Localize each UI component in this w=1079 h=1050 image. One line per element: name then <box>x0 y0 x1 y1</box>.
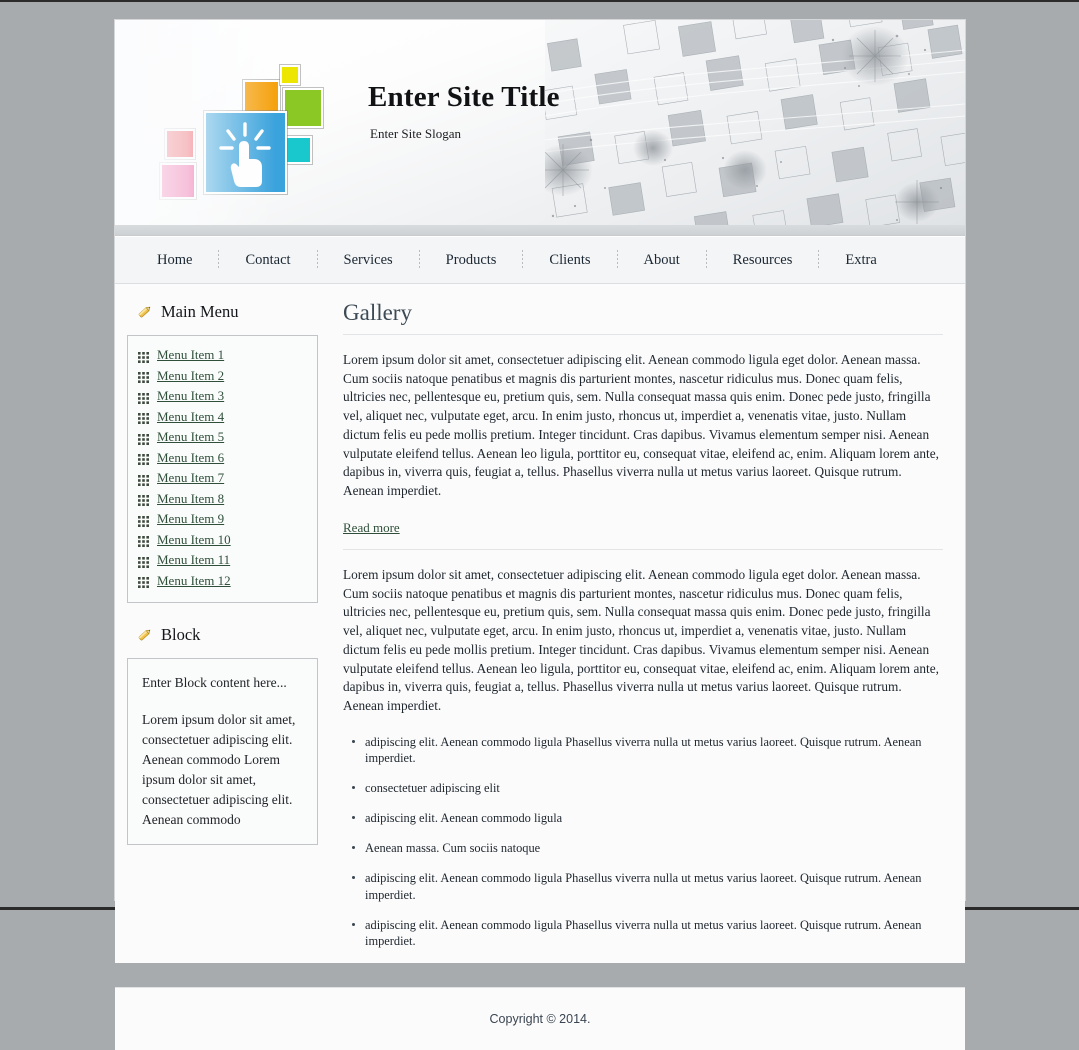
page-top-rule <box>0 0 1079 2</box>
sidebar-block-title: Block <box>161 625 201 644</box>
site-footer: Copyright © 2014. <box>115 986 965 1050</box>
list-item: adipiscing elit. Aenean commodo ligula P… <box>352 734 943 766</box>
list-item[interactable]: Menu Item 9 <box>138 509 311 530</box>
list-item[interactable]: Menu Item 10 <box>138 530 311 551</box>
list-item[interactable]: Menu Item 11 <box>138 550 311 571</box>
list-item[interactable]: Menu Item 3 <box>138 386 311 407</box>
list-item[interactable]: Menu Item 12 <box>138 571 311 592</box>
list-item: adipiscing elit. Aenean commodo ligula <box>352 810 943 826</box>
heading-divider <box>343 334 943 335</box>
nav-item-clients[interactable]: Clients <box>523 252 616 269</box>
sidebar-menu-link[interactable]: Menu Item 10 <box>157 532 231 548</box>
sidebar-menu-link[interactable]: Menu Item 6 <box>157 450 224 466</box>
nav-item-resources[interactable]: Resources <box>707 252 819 269</box>
content-area: Main Menu Menu Item 1 Menu Item 2 Menu I… <box>115 284 965 963</box>
list-item[interactable]: Menu Item 4 <box>138 407 311 428</box>
header-bottom-bar <box>115 225 965 235</box>
site-slogan: Enter Site Slogan <box>370 125 461 141</box>
logo-square-green <box>282 87 324 129</box>
grid-handle-icon <box>138 452 149 466</box>
sidebar-menu-panel: Menu Item 1 Menu Item 2 Menu Item 3 Menu… <box>127 335 318 603</box>
main-content: Gallery Lorem ipsum dolor sit amet, cons… <box>318 284 965 963</box>
pencil-icon <box>135 303 153 321</box>
nav-item-about[interactable]: About <box>618 252 706 269</box>
grid-handle-icon <box>138 350 149 363</box>
list-item: Aenean massa. Cum sociis natoque <box>352 840 943 856</box>
main-paragraph-2: Lorem ipsum dolor sit amet, consectetuer… <box>343 566 939 714</box>
sidebar-menu-link[interactable]: Menu Item 3 <box>157 388 224 404</box>
list-item[interactable]: Menu Item 2 <box>138 366 311 387</box>
header-fade-overlay <box>115 20 275 235</box>
nav-item-home[interactable]: Home <box>131 252 218 269</box>
sidebar-menu-link[interactable]: Menu Item 1 <box>157 347 224 363</box>
sidebar-menu-link[interactable]: Menu Item 11 <box>157 552 230 568</box>
sidebar-menu-link[interactable]: Menu Item 5 <box>157 429 224 445</box>
list-item: consectetuer adipiscing elit <box>352 780 943 796</box>
grid-handle-icon <box>138 575 149 589</box>
grid-handle-icon <box>138 493 149 507</box>
sidebar-menu-link[interactable]: Menu Item 2 <box>157 368 224 384</box>
block-placeholder-text: Enter Block content here... <box>142 675 287 690</box>
nav-item-contact[interactable]: Contact <box>219 252 316 269</box>
list-item: adipiscing elit. Aenean commodo ligula P… <box>352 870 943 902</box>
main-paragraph-1: Lorem ipsum dolor sit amet, consectetuer… <box>343 352 939 499</box>
sidebar-menu-link[interactable]: Menu Item 9 <box>157 511 224 527</box>
grid-handle-icon <box>138 514 149 527</box>
main-bullet-list: adipiscing elit. Aenean commodo ligula P… <box>343 734 943 949</box>
sidebar-main-menu-heading: Main Menu <box>135 302 318 322</box>
list-item[interactable]: Menu Item 7 <box>138 468 311 489</box>
copyright-text: Copyright © 2014. <box>489 1011 591 1026</box>
sidebar-block-heading: Block <box>135 625 318 645</box>
site-page: Enter Site Title Enter Site Slogan Home … <box>115 20 965 1050</box>
main-heading: Gallery <box>343 300 412 325</box>
header-title-group: Enter Site Title Enter Site Slogan <box>368 81 560 142</box>
grid-handle-icon <box>138 534 149 548</box>
grid-handle-icon <box>138 391 149 404</box>
sidebar-menu-link[interactable]: Menu Item 7 <box>157 470 224 486</box>
list-item[interactable]: Menu Item 6 <box>138 448 311 469</box>
grid-handle-icon <box>138 370 149 384</box>
pencil-icon <box>135 626 153 644</box>
list-item: adipiscing elit. Aenean commodo ligula P… <box>352 917 943 949</box>
list-item[interactable]: Menu Item 8 <box>138 489 311 510</box>
nav-item-extra[interactable]: Extra <box>819 252 902 269</box>
grid-handle-icon <box>138 555 149 568</box>
logo-square-yellow <box>279 64 301 86</box>
block-body-text: Lorem ipsum dolor sit amet, consectetuer… <box>142 711 296 827</box>
site-header: Enter Site Title Enter Site Slogan <box>115 20 965 236</box>
list-item[interactable]: Menu Item 5 <box>138 427 311 448</box>
grid-handle-icon <box>138 473 149 486</box>
sidebar-menu-link[interactable]: Menu Item 8 <box>157 491 224 507</box>
sidebar-menu-link[interactable]: Menu Item 12 <box>157 573 231 589</box>
header-decorative-pattern <box>545 20 965 235</box>
section-divider <box>343 548 943 550</box>
nav-item-services[interactable]: Services <box>318 252 419 269</box>
list-item[interactable]: Menu Item 1 <box>138 345 311 366</box>
grid-handle-icon <box>138 432 149 445</box>
sidebar-block-panel: Enter Block content here... Lorem ipsum … <box>127 658 318 845</box>
logo-square-cyan <box>283 135 313 165</box>
main-navigation: Home Contact Services Products Clients A… <box>115 236 965 284</box>
page-title: Enter Site Title <box>368 81 560 113</box>
nav-item-products[interactable]: Products <box>420 252 523 269</box>
sidebar-main-menu-title: Main Menu <box>161 302 239 321</box>
sidebar-menu-link[interactable]: Menu Item 4 <box>157 409 224 425</box>
sidebar: Main Menu Menu Item 1 Menu Item 2 Menu I… <box>115 284 318 845</box>
grid-handle-icon <box>138 411 149 425</box>
read-more-link[interactable]: Read more <box>343 520 400 536</box>
